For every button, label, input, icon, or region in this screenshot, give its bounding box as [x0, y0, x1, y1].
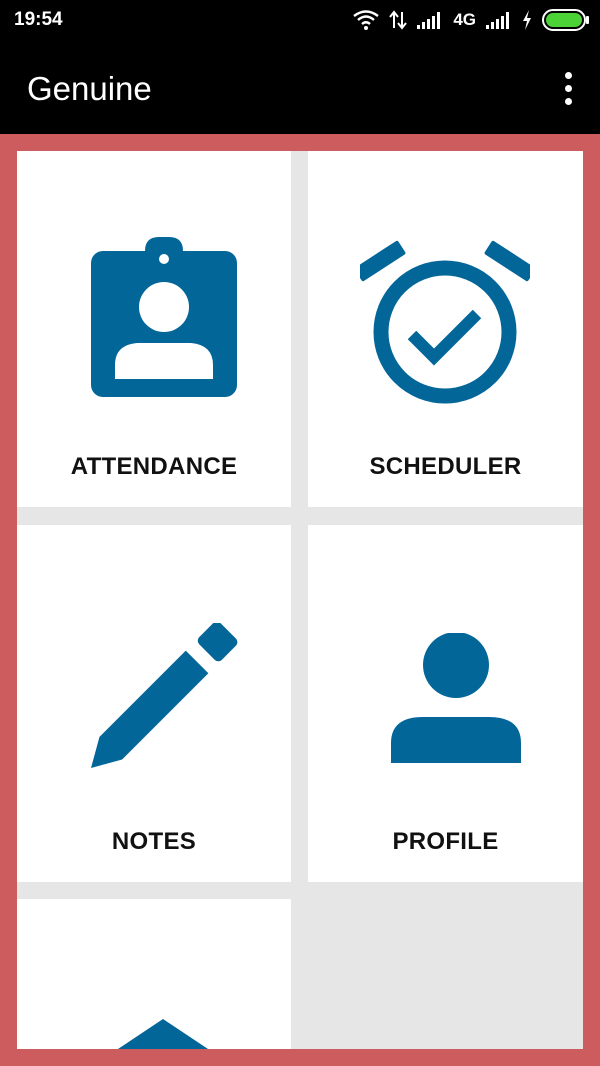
charging-icon — [523, 10, 531, 30]
signal-icon — [417, 12, 441, 29]
app-title: Genuine — [27, 70, 152, 107]
badge-icon — [91, 237, 237, 397]
dashboard-grid: ATTENDANCE SCHEDULER NOTES PROFILE — [17, 151, 583, 1049]
signal-icon — [486, 12, 509, 29]
alarm-check-icon — [360, 240, 530, 404]
attendance-tile[interactable]: ATTENDANCE — [17, 151, 291, 507]
data-transfer-icon — [389, 10, 408, 30]
home-tile[interactable] — [17, 899, 291, 1049]
status-bar: 19:54 4G — [0, 0, 600, 42]
overflow-menu-icon[interactable] — [560, 72, 576, 106]
attendance-label: ATTENDANCE — [70, 453, 238, 480]
content-frame: ATTENDANCE SCHEDULER NOTES PROFILE — [0, 134, 600, 1066]
notes-tile[interactable]: NOTES — [17, 525, 291, 882]
scheduler-tile[interactable]: SCHEDULER — [308, 151, 583, 507]
wifi-icon — [353, 10, 380, 30]
status-icons: 4G — [353, 8, 590, 32]
profile-label: PROFILE — [392, 828, 499, 855]
pencil-icon — [91, 623, 238, 768]
network-type: 4G — [453, 10, 476, 29]
scheduler-label: SCHEDULER — [369, 453, 522, 480]
profile-tile[interactable]: PROFILE — [308, 525, 583, 882]
status-time: 19:54 — [14, 9, 63, 30]
home-icon — [118, 1019, 208, 1049]
person-icon — [391, 633, 521, 763]
app-bar: Genuine — [0, 42, 600, 134]
notes-label: NOTES — [111, 828, 197, 855]
battery-icon — [542, 9, 589, 31]
